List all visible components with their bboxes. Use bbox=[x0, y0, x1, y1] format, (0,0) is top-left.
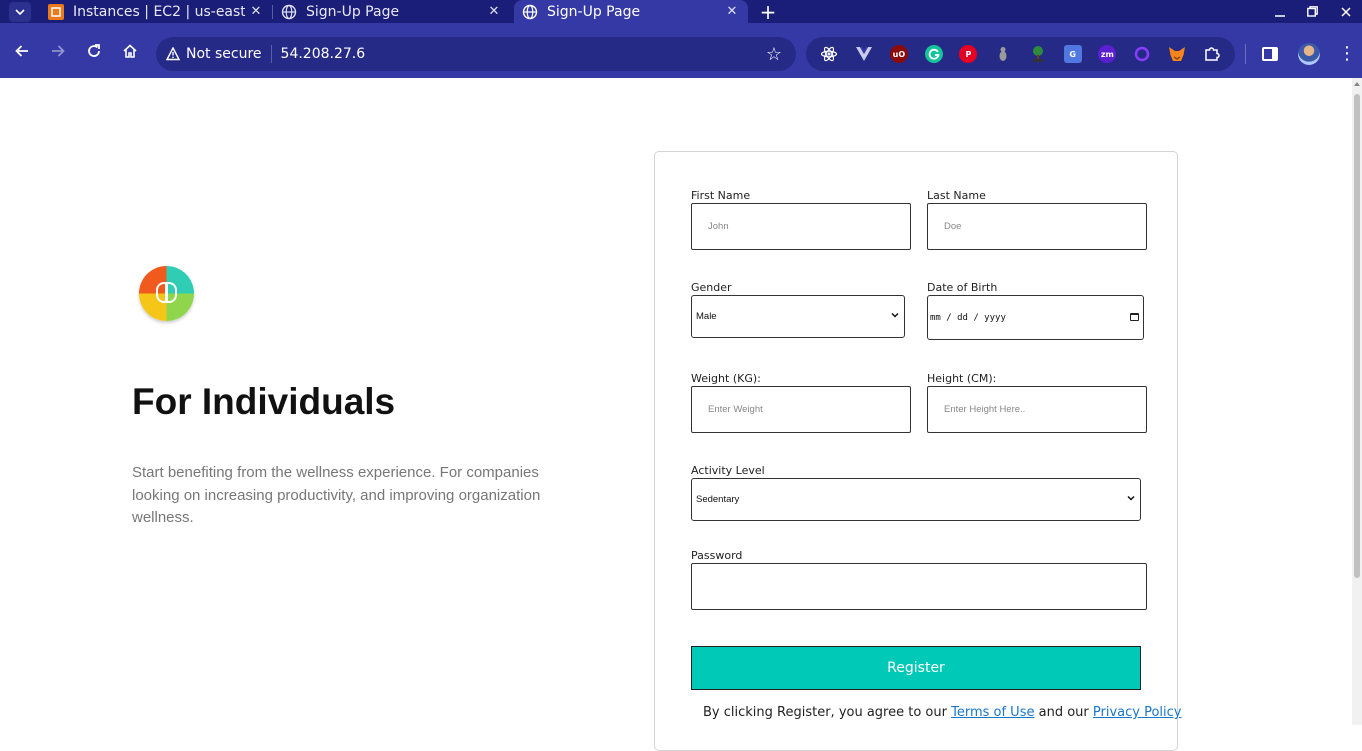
logo-mark-icon bbox=[156, 282, 177, 303]
grammarly-icon[interactable] bbox=[924, 45, 943, 63]
chevron-down-icon bbox=[891, 312, 899, 318]
globe-icon bbox=[522, 4, 538, 20]
close-icon[interactable]: ✕ bbox=[245, 1, 267, 23]
zoom-icon[interactable]: zm bbox=[1098, 45, 1117, 63]
browser-toolbar: Not secure 54.208.27.6 ☆ uO P G zm ⋮ bbox=[0, 23, 1362, 78]
close-icon[interactable]: ✕ bbox=[721, 1, 743, 23]
forward-button[interactable] bbox=[40, 33, 76, 69]
chevron-down-icon bbox=[1127, 495, 1135, 501]
password-label: Password bbox=[691, 549, 743, 562]
activity-selected-value: Sedentary bbox=[696, 494, 740, 505]
bookmark-star-icon[interactable]: ☆ bbox=[766, 44, 782, 65]
home-button[interactable] bbox=[112, 33, 148, 69]
first-name-label: First Name bbox=[691, 189, 751, 202]
terms-agreement: By clicking Register, you agree to our T… bbox=[703, 705, 1182, 720]
first-name-input[interactable]: John bbox=[691, 203, 911, 250]
extensions-bar: uO P G zm bbox=[806, 37, 1235, 71]
aws-icon bbox=[48, 3, 64, 20]
tab-search[interactable] bbox=[0, 0, 40, 23]
tab-ec2-instances[interactable]: Instances | EC2 | us-east- ✕ bbox=[40, 0, 272, 23]
weight-label: Weight (KG): bbox=[691, 372, 761, 385]
url-text[interactable]: 54.208.27.6 bbox=[281, 46, 366, 62]
profile-avatar[interactable] bbox=[1298, 43, 1320, 65]
back-button[interactable] bbox=[4, 33, 40, 69]
agree-prefix: By clicking Register, you agree to our bbox=[703, 705, 947, 720]
window-controls bbox=[1263, 0, 1362, 23]
minimize-icon[interactable] bbox=[1263, 0, 1296, 23]
reload-button[interactable] bbox=[76, 33, 112, 69]
dob-label: Date of Birth bbox=[927, 281, 998, 294]
address-bar[interactable]: Not secure 54.208.27.6 ☆ bbox=[156, 37, 796, 71]
more-menu-icon[interactable]: ⋮ bbox=[1338, 45, 1356, 63]
weight-input[interactable]: Enter Weight bbox=[691, 386, 911, 433]
dob-input[interactable]: mm / dd / yyyy bbox=[927, 295, 1144, 340]
tab-bar: Instances | EC2 | us-east- ✕ Sign-Up Pag… bbox=[0, 0, 1362, 24]
security-label: Not secure bbox=[186, 46, 262, 62]
google-translate-icon[interactable]: G bbox=[1063, 45, 1082, 63]
toolbar-right: ⋮ bbox=[1245, 37, 1356, 71]
close-icon[interactable]: ✕ bbox=[483, 1, 505, 23]
circle-extension-icon[interactable] bbox=[1133, 45, 1151, 63]
gender-label: Gender bbox=[691, 281, 732, 294]
activity-level-label: Activity Level bbox=[691, 464, 765, 477]
tab-title: Instances | EC2 | us-east- bbox=[73, 3, 245, 20]
dob-placeholder: mm / dd / yyyy bbox=[930, 312, 1006, 323]
puzzle-icon[interactable] bbox=[1203, 45, 1221, 63]
maximize-icon[interactable] bbox=[1296, 0, 1329, 23]
pinterest-icon[interactable]: P bbox=[959, 45, 978, 63]
arrow-left-icon bbox=[15, 44, 28, 57]
hero-title: For Individuals bbox=[132, 381, 396, 422]
metamask-icon[interactable] bbox=[1168, 45, 1186, 63]
calendar-icon[interactable] bbox=[1130, 313, 1139, 321]
chevron-down-icon bbox=[9, 1, 31, 22]
last-name-input[interactable]: Doe bbox=[927, 203, 1147, 250]
side-panel-icon[interactable] bbox=[1262, 47, 1278, 61]
tab-title: Sign-Up Page bbox=[547, 3, 641, 20]
url-separator bbox=[270, 45, 272, 63]
extension-generic-icon[interactable] bbox=[994, 45, 1012, 63]
vue-devtools-icon[interactable] bbox=[855, 45, 873, 63]
ublock-icon[interactable]: uO bbox=[889, 45, 908, 63]
privacy-policy-link[interactable]: Privacy Policy bbox=[1093, 705, 1182, 720]
last-name-label: Last Name bbox=[927, 189, 986, 202]
tab-title: Sign-Up Page bbox=[306, 3, 400, 20]
close-window-icon[interactable] bbox=[1329, 0, 1362, 23]
terms-of-use-link[interactable]: Terms of Use bbox=[951, 705, 1034, 720]
gender-select[interactable]: Male bbox=[691, 295, 905, 338]
register-button[interactable]: Register bbox=[691, 646, 1141, 690]
tab-signup-1[interactable]: Sign-Up Page ✕ bbox=[273, 0, 510, 23]
height-label: Height (CM): bbox=[927, 372, 997, 385]
reload-icon bbox=[88, 43, 100, 57]
security-indicator[interactable]: Not secure bbox=[166, 46, 262, 62]
globe-icon bbox=[281, 4, 297, 20]
tab-signup-2-active[interactable]: Sign-Up Page ✕ bbox=[514, 0, 748, 23]
scroll-up-arrow-icon[interactable] bbox=[1354, 82, 1360, 86]
react-devtools-icon[interactable] bbox=[820, 45, 838, 63]
page-content: For Individuals Start benefiting from th… bbox=[0, 78, 1352, 751]
arrow-right-icon bbox=[52, 44, 65, 57]
gender-selected-value: Male bbox=[696, 311, 717, 322]
home-icon bbox=[123, 43, 137, 58]
brand-logo bbox=[139, 266, 194, 321]
new-tab-button[interactable]: + bbox=[748, 0, 788, 24]
page-scrollbar[interactable] bbox=[1352, 78, 1362, 725]
bonsai-icon[interactable] bbox=[1029, 45, 1047, 63]
warning-icon bbox=[166, 47, 180, 61]
password-input[interactable] bbox=[691, 563, 1147, 610]
height-input[interactable]: Enter Height Here.. bbox=[927, 386, 1147, 433]
scrollbar-thumb[interactable] bbox=[1354, 94, 1360, 578]
toolbar-divider bbox=[1245, 44, 1246, 64]
hero-description: Start benefiting from the wellness exper… bbox=[132, 464, 541, 526]
activity-level-select[interactable]: Sedentary bbox=[691, 478, 1141, 521]
agree-middle: and our bbox=[1038, 705, 1089, 720]
